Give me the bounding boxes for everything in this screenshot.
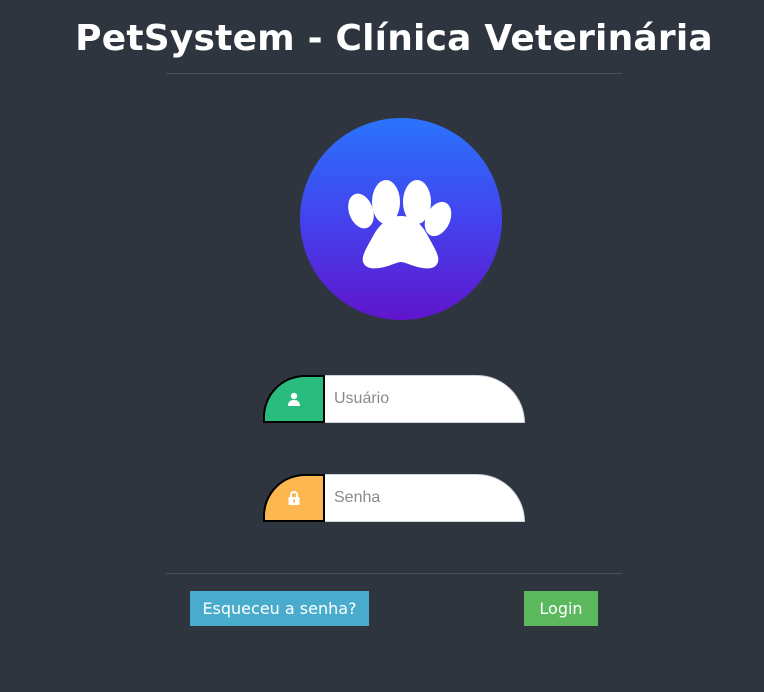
password-input[interactable] <box>325 474 525 522</box>
username-addon <box>263 375 325 423</box>
paw-icon <box>348 180 452 269</box>
user-icon <box>288 392 300 406</box>
username-field <box>263 375 525 423</box>
footer-divider <box>166 573 622 574</box>
page-title: PetSystem - Clínica Veterinária <box>75 18 713 59</box>
login-button[interactable]: Login <box>524 591 598 626</box>
forgot-password-button[interactable]: Esqueceu a senha? <box>190 591 369 626</box>
lock-icon <box>288 491 300 505</box>
password-addon <box>263 474 325 522</box>
clinic-logo <box>300 118 502 320</box>
username-input[interactable] <box>325 375 525 423</box>
password-field <box>263 474 525 522</box>
header-divider <box>166 73 622 74</box>
